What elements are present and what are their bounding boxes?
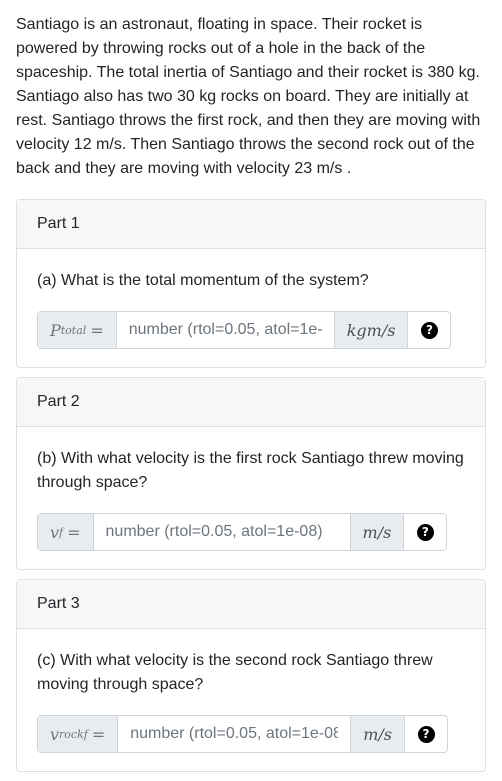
part-1-variable-symbol: P xyxy=(50,320,61,340)
part-1-equals-sign: = xyxy=(90,320,104,340)
part-1-variable-label: Ptotal = xyxy=(38,312,117,348)
part-1-body: (a) What is the total momentum of the sy… xyxy=(17,249,485,367)
part-1-answer-row: Ptotal= kgm/s ? xyxy=(37,311,465,349)
part-2-help-button[interactable]: ? xyxy=(404,513,448,551)
part-2-variable-symbol: v xyxy=(50,522,60,542)
part-2-body: (b) With what velocity is the first rock… xyxy=(17,427,485,569)
part-1-unit-label: kgm/s xyxy=(333,312,408,348)
part-3-variable-subscript: rockf xyxy=(59,727,88,741)
part-1-card: Part 1 (a) What is the total momentum of… xyxy=(16,199,486,368)
part-3-header: Part 3 xyxy=(17,580,485,629)
part-1-variable-subscript: total xyxy=(60,323,87,337)
part-2-equals-sign: = xyxy=(67,522,81,542)
part-3-card: Part 3 (c) With what velocity is the sec… xyxy=(16,579,486,772)
question-circle-icon: ? xyxy=(417,725,435,743)
part-3-answer-input[interactable] xyxy=(118,716,351,752)
question-circle-icon: ? xyxy=(416,523,434,541)
part-3-input-group: vrockf= m/s xyxy=(37,715,406,753)
part-3-variable-label: v rockf = xyxy=(38,716,119,752)
part-1-answer-input[interactable] xyxy=(116,312,334,348)
part-3-help-button[interactable]: ? xyxy=(405,715,449,753)
part-3-unit-label: m/s xyxy=(350,716,405,752)
part-1-question: (a) What is the total momentum of the sy… xyxy=(37,272,369,289)
part-2-card: Part 2 (b) With what velocity is the fir… xyxy=(16,377,486,570)
part-2-answer-input[interactable] xyxy=(93,514,350,550)
part-2-answer-row: vf= m/s ? xyxy=(37,513,465,551)
part-3-body: (c) With what velocity is the second roc… xyxy=(17,629,485,771)
part-2-variable-subscript: f xyxy=(59,525,64,539)
part-2-unit-label: m/s xyxy=(349,514,404,550)
part-3-question: (c) With what velocity is the second roc… xyxy=(37,652,433,693)
part-2-header: Part 2 xyxy=(17,378,485,427)
part-2-variable-label: v f = xyxy=(38,514,94,550)
part-3-equals-sign: = xyxy=(91,724,106,744)
part-3-variable-symbol: v xyxy=(50,724,60,744)
problem-statement: Santiago is an astronaut, floating in sp… xyxy=(16,16,481,177)
problem-page: Santiago is an astronaut, floating in sp… xyxy=(0,0,502,772)
part-2-question: (b) With what velocity is the first rock… xyxy=(37,450,464,491)
part-1-help-button[interactable]: ? xyxy=(408,311,452,349)
part-2-input-group: vf= m/s xyxy=(37,513,405,551)
question-circle-icon: ? xyxy=(420,321,438,339)
part-3-answer-row: vrockf= m/s ? xyxy=(37,715,465,753)
part-1-header: Part 1 xyxy=(17,200,485,249)
part-1-input-group: Ptotal= kgm/s xyxy=(37,311,409,349)
